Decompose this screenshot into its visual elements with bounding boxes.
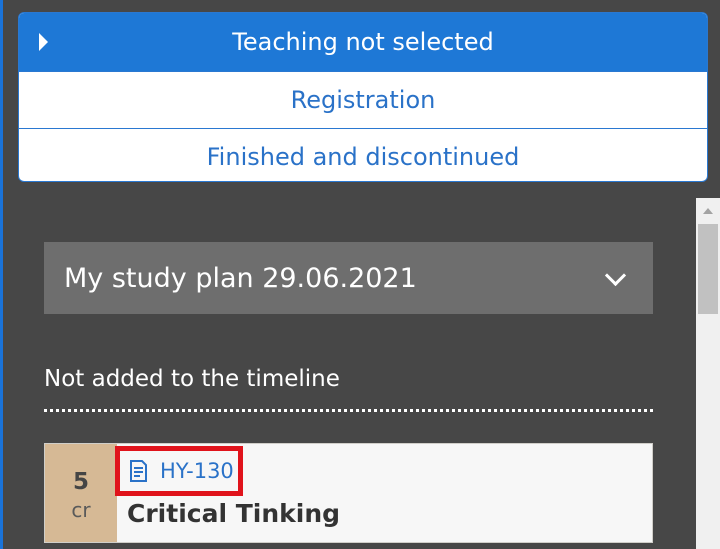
caret-right-icon <box>39 33 48 51</box>
scrollbar-thumb[interactable] <box>698 224 718 314</box>
section-heading: Not added to the timeline <box>44 366 340 392</box>
tab-label: Finished and discontinued <box>206 143 520 171</box>
study-plan-selected-value: My study plan 29.06.2021 <box>64 262 417 294</box>
document-icon <box>130 460 147 482</box>
scroll-up-arrow-icon[interactable] <box>703 208 713 214</box>
course-name: Critical Tinking <box>127 499 341 528</box>
left-edge-accent <box>0 0 3 549</box>
tab-label: Registration <box>290 86 436 114</box>
credits-badge: 5 cr <box>45 444 117 542</box>
tab-registration[interactable]: Registration <box>19 71 707 128</box>
chevron-down-icon <box>604 264 627 287</box>
tab-teaching-not-selected[interactable]: Teaching not selected <box>19 13 707 71</box>
study-plan-select[interactable]: My study plan 29.06.2021 <box>44 242 653 314</box>
tab-finished-and-discontinued[interactable]: Finished and discontinued <box>19 128 707 181</box>
vertical-scrollbar[interactable] <box>696 198 720 549</box>
tab-label: Teaching not selected <box>232 28 494 56</box>
credits-value: 5 <box>72 469 89 495</box>
course-code: HY-130 <box>160 459 234 483</box>
course-code-link[interactable]: HY-130 <box>115 446 243 496</box>
teaching-tabs: Teaching not selected Registration Finis… <box>18 12 708 182</box>
dotted-divider <box>44 409 653 412</box>
course-body: HY-130 Critical Tinking <box>115 444 652 542</box>
course-card[interactable]: 5 cr HY-130 Critical Tinking <box>44 443 653 543</box>
credits-unit: cr <box>71 498 91 522</box>
